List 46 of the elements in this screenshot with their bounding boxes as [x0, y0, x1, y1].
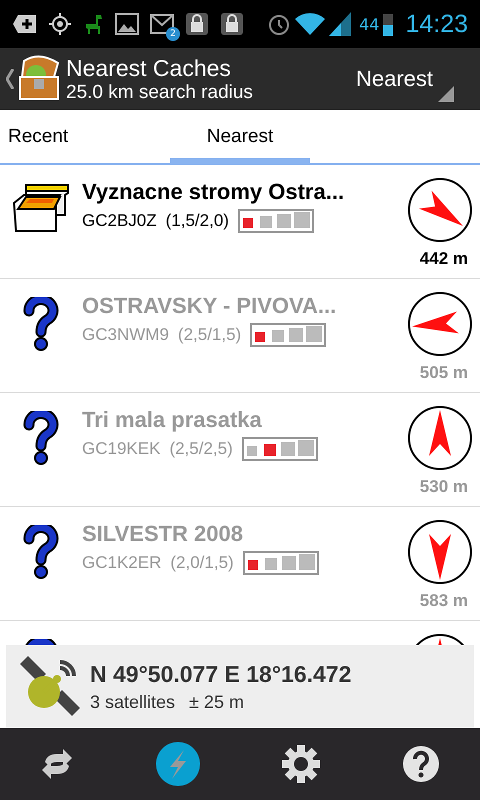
lock-icon [185, 12, 209, 36]
plus-icon [12, 13, 38, 35]
treasure-chest-icon [16, 55, 62, 103]
lightning-icon [156, 742, 200, 786]
distance: 530 m [420, 477, 468, 497]
help-icon [402, 746, 439, 782]
cache-code: GC19KEK [82, 439, 160, 459]
difficulty-terrain: (2,5/2,5) [169, 439, 233, 459]
cache-name: OSTRAVSKY - PIVOVA... [82, 293, 338, 319]
cache-row[interactable]: Vyznacne stromy Ostra... GC2BJ0Z (1,5/2,0) 442 m [0, 165, 480, 279]
difficulty-terrain: (2,5/1,5) [178, 325, 242, 345]
satellite-count: 3 satellites [90, 692, 176, 712]
tab[interactable]: Recent [0, 110, 170, 163]
wifi-icon [295, 13, 326, 35]
battery-level: 44 [359, 14, 380, 34]
distance: 583 m [420, 591, 468, 611]
distance: 442 m [420, 249, 468, 269]
cache-name: Tri mala prasatka [82, 407, 263, 433]
battery-icon [383, 12, 394, 36]
tab[interactable]: Nearest [170, 110, 310, 163]
cache-name: SILVESTR 2008 [82, 521, 244, 547]
signal-icon [329, 12, 352, 36]
container-boxes-icon [12, 183, 70, 233]
image-icon [115, 13, 139, 35]
sort-dropdown[interactable]: Nearest [340, 48, 480, 110]
lock-icon [220, 12, 244, 36]
back-caret-icon [6, 69, 14, 89]
accuracy: ± 25 m [189, 692, 244, 712]
mail-icon [150, 13, 174, 35]
screen-title: Nearest Caches [66, 54, 232, 82]
clock-time: 14:23 [405, 10, 468, 38]
settings-icon [282, 745, 320, 783]
dropdown-corner-icon [438, 86, 454, 102]
cache-name: Vyznacne stromy Ostra... [82, 179, 346, 205]
cache-code: GC3NWM9 [82, 325, 169, 345]
distance: 505 m [420, 363, 468, 383]
alarm-clock-icon [267, 12, 292, 36]
search-radius: 25.0 km search radius [66, 82, 254, 104]
cache-code: GC1K2ER [82, 553, 162, 573]
coordinates: N 49°50.077 E 18°16.472 [90, 660, 352, 688]
notification-badge: 2 [166, 27, 180, 41]
difficulty-terrain: (2,0/1,5) [170, 553, 234, 573]
crosshair-icon [49, 13, 71, 35]
refresh-icon [41, 748, 74, 780]
cache-code: GC2BJ0Z [82, 211, 157, 231]
difficulty-terrain: (1,5/2,0) [166, 211, 229, 231]
